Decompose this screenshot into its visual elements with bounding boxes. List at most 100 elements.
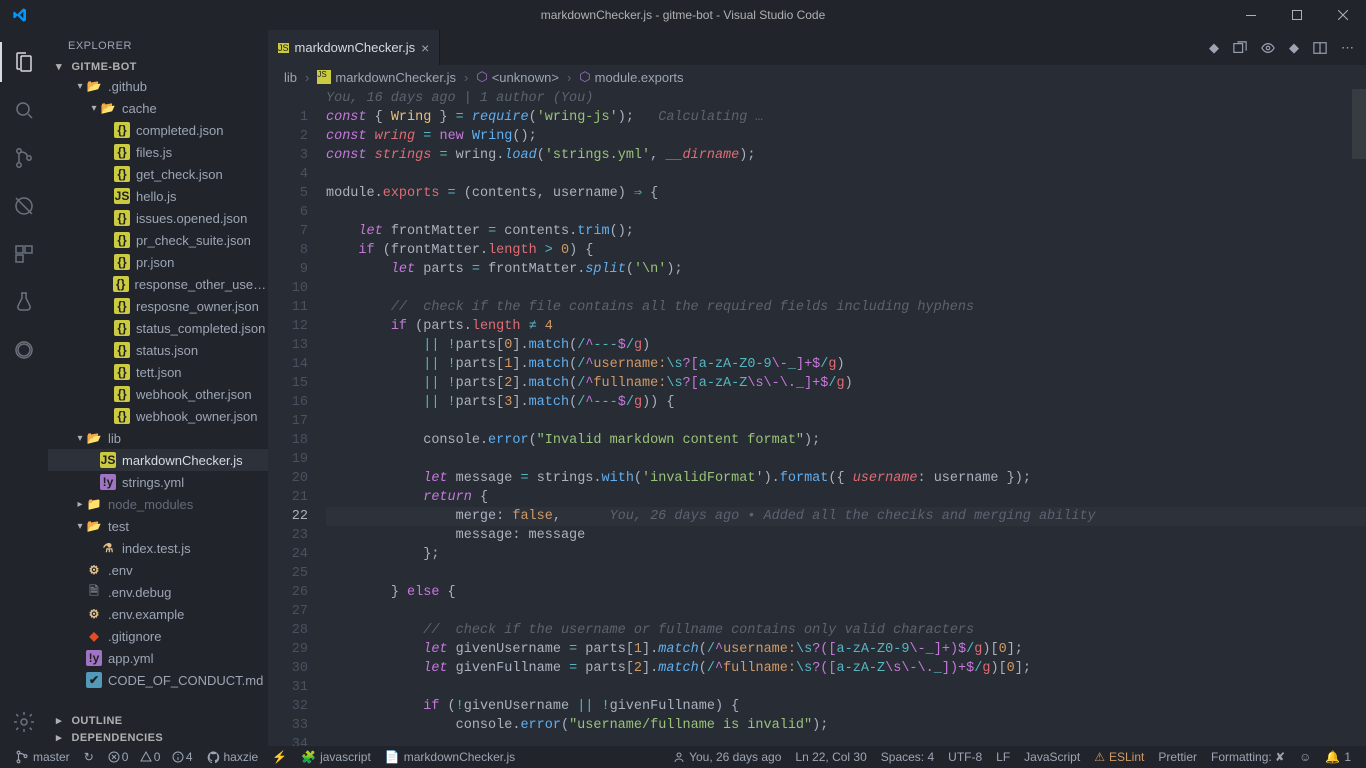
breadcrumb-part[interactable]: module.exports: [595, 70, 684, 85]
tree-file[interactable]: {}resposne_owner.json: [48, 295, 268, 317]
code-line[interactable]: let parts = frontMatter.split('\n');: [326, 260, 1366, 279]
breadcrumb-part[interactable]: markdownChecker.js: [335, 70, 456, 85]
tree-file[interactable]: {}completed.json: [48, 119, 268, 141]
activity-extensions[interactable]: [0, 230, 48, 278]
code-line[interactable]: message: message: [326, 526, 1366, 545]
code-line[interactable]: [326, 678, 1366, 697]
sb-bolt[interactable]: ⚡: [265, 746, 294, 768]
tree-folder[interactable]: ▾📂cache: [48, 97, 268, 119]
tree-file[interactable]: !ystrings.yml: [48, 471, 268, 493]
code-lines[interactable]: You, 16 days ago | 1 author (You)const {…: [326, 89, 1366, 746]
preview-icon[interactable]: [1261, 41, 1275, 55]
minimap-slider[interactable]: [1352, 89, 1366, 159]
activity-source-control[interactable]: [0, 134, 48, 182]
code-line[interactable]: if (frontMatter.length > 0) {: [326, 241, 1366, 260]
code-line[interactable]: let message = strings.with('invalidForma…: [326, 469, 1366, 488]
minimap[interactable]: [1352, 89, 1366, 746]
tree-folder[interactable]: ▸📁node_modules: [48, 493, 268, 515]
tree-file[interactable]: {}get_check.json: [48, 163, 268, 185]
tab-close-icon[interactable]: ×: [421, 40, 429, 56]
code-line[interactable]: const { Wring } = require('wring-js'); C…: [326, 108, 1366, 127]
code-line[interactable]: if (parts.length ≠ 4: [326, 317, 1366, 336]
code-line[interactable]: [326, 279, 1366, 298]
tree-file[interactable]: JShello.js: [48, 185, 268, 207]
window-maximize-button[interactable]: [1274, 0, 1320, 30]
sb-feedback[interactable]: ☺: [1292, 746, 1318, 768]
code-line[interactable]: };: [326, 545, 1366, 564]
code-line[interactable]: || !parts[2].match(/^fullname:\s?[a-zA-Z…: [326, 374, 1366, 393]
code-line[interactable]: let frontMatter = contents.trim();: [326, 222, 1366, 241]
activity-settings[interactable]: [0, 698, 48, 746]
code-editor[interactable]: 1234567891011121314151617181920212223242…: [268, 89, 1366, 746]
tree-file[interactable]: JSmarkdownChecker.js: [48, 449, 268, 471]
tree-folder[interactable]: ▾📂lib: [48, 427, 268, 449]
tree-file[interactable]: ⚙.env.example: [48, 603, 268, 625]
tree-file[interactable]: ⚙.env: [48, 559, 268, 581]
dependencies-section[interactable]: ▸ DEPENDENCIES: [48, 729, 268, 746]
code-line[interactable]: let givenFullname = parts[2].match(/^ful…: [326, 659, 1366, 678]
activity-live-share[interactable]: [0, 326, 48, 374]
project-header[interactable]: ▾ GITME-BOT: [48, 58, 268, 75]
code-line[interactable]: || !parts[0].match(/^---$/g): [326, 336, 1366, 355]
activity-explorer[interactable]: [0, 38, 48, 86]
run-icon[interactable]: ◆: [1289, 40, 1299, 56]
sb-language[interactable]: JavaScript: [1017, 746, 1087, 768]
sb-notifications[interactable]: 🔔1: [1318, 746, 1358, 768]
breadcrumb-part[interactable]: <unknown>: [492, 70, 559, 85]
breadcrumbs[interactable]: lib › JS markdownChecker.js › ⬡ <unknown…: [268, 65, 1366, 89]
code-line[interactable]: [326, 203, 1366, 222]
window-minimize-button[interactable]: [1228, 0, 1274, 30]
outline-section[interactable]: ▸ OUTLINE: [48, 712, 268, 729]
sb-blame[interactable]: You, 26 days ago: [666, 746, 788, 768]
code-line[interactable]: const strings = wring.load('strings.yml'…: [326, 146, 1366, 165]
tree-file[interactable]: {}tett.json: [48, 361, 268, 383]
code-line[interactable]: // check if the file contains all the re…: [326, 298, 1366, 317]
breadcrumb-part[interactable]: lib: [284, 70, 297, 85]
tree-file[interactable]: ✔CODE_OF_CONDUCT.md: [48, 669, 268, 691]
code-line[interactable]: console.error("username/fullname is inva…: [326, 716, 1366, 735]
code-line[interactable]: [326, 165, 1366, 184]
code-line[interactable]: [326, 602, 1366, 621]
tree-file[interactable]: {}webhook_owner.json: [48, 405, 268, 427]
sb-lang-mode[interactable]: 🧩 javascript: [294, 746, 378, 768]
sb-encoding[interactable]: UTF-8: [941, 746, 989, 768]
tree-file[interactable]: {}pr_check_suite.json: [48, 229, 268, 251]
tree-file[interactable]: ◆.gitignore: [48, 625, 268, 647]
tree-file[interactable]: {}webhook_other.json: [48, 383, 268, 405]
code-line[interactable]: [326, 735, 1366, 746]
code-line[interactable]: } else {: [326, 583, 1366, 602]
sb-github-user[interactable]: haxzie: [200, 746, 266, 768]
tree-file[interactable]: {}files.js: [48, 141, 268, 163]
code-line[interactable]: return {: [326, 488, 1366, 507]
tree-file[interactable]: ⚗index.test.js: [48, 537, 268, 559]
tree-file[interactable]: {}response_other_user…: [48, 273, 268, 295]
more-actions-icon[interactable]: ⋯: [1341, 40, 1354, 56]
code-line[interactable]: console.error("Invalid markdown content …: [326, 431, 1366, 450]
tree-file[interactable]: {}status.json: [48, 339, 268, 361]
tree-file[interactable]: {}issues.opened.json: [48, 207, 268, 229]
code-line[interactable]: const wring = new Wring();: [326, 127, 1366, 146]
code-line[interactable]: [326, 450, 1366, 469]
activity-test[interactable]: [0, 278, 48, 326]
window-close-button[interactable]: [1320, 0, 1366, 30]
tree-file[interactable]: {}status_completed.json: [48, 317, 268, 339]
sb-position[interactable]: Ln 22, Col 30: [788, 746, 873, 768]
tab-markdownchecker[interactable]: JS markdownChecker.js ×: [268, 30, 440, 65]
sb-branch[interactable]: master: [8, 746, 77, 768]
compare-icon[interactable]: ◆: [1209, 40, 1219, 56]
sb-sync[interactable]: ↻: [77, 746, 101, 768]
code-line[interactable]: module.exports = (contents, username) ⇒ …: [326, 184, 1366, 203]
code-line[interactable]: let givenUsername = parts[1].match(/^use…: [326, 640, 1366, 659]
tree-file[interactable]: 🗎.env.debug: [48, 581, 268, 603]
code-line[interactable]: || !parts[3].match(/^---$/g)) {: [326, 393, 1366, 412]
open-changes-icon[interactable]: [1233, 41, 1247, 55]
sb-formatting[interactable]: Formatting: ✘: [1204, 746, 1292, 768]
tree-file[interactable]: {}pr.json: [48, 251, 268, 273]
tree-file[interactable]: !yapp.yml: [48, 647, 268, 669]
sb-path[interactable]: 📄 markdownChecker.js: [378, 746, 522, 768]
code-line[interactable]: [326, 564, 1366, 583]
code-line[interactable]: || !parts[1].match(/^username:\s?[a-zA-Z…: [326, 355, 1366, 374]
sb-eslint[interactable]: ⚠ ESLint: [1087, 746, 1151, 768]
code-line[interactable]: // check if the username or fullname con…: [326, 621, 1366, 640]
activity-debug[interactable]: [0, 182, 48, 230]
